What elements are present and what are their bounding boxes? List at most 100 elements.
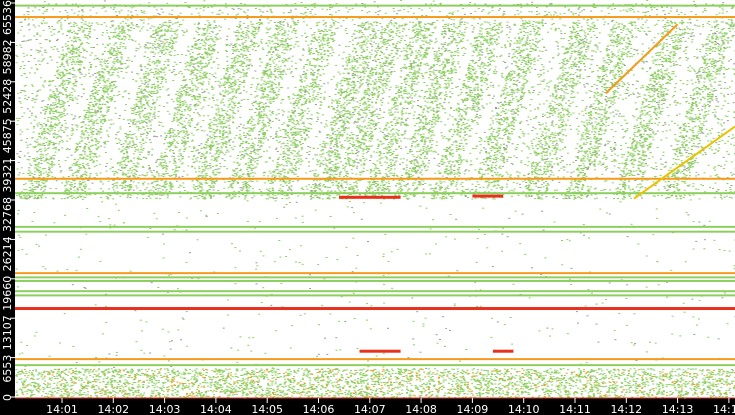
noise-point — [378, 127, 381, 129]
scan-point — [172, 70, 175, 72]
noise-point — [645, 351, 648, 353]
noise-point — [597, 131, 600, 132]
noise-point — [382, 253, 385, 255]
scan-point — [575, 105, 578, 107]
scan-point — [353, 30, 356, 32]
noise-point — [325, 257, 328, 258]
scan-point — [587, 48, 590, 50]
scan-point — [598, 32, 601, 34]
scan-point — [96, 110, 99, 112]
noise-point — [597, 95, 600, 97]
noise-point — [685, 212, 688, 214]
scan-point — [42, 29, 45, 31]
scan-point — [501, 75, 503, 77]
noise-point — [118, 118, 121, 119]
noise-point — [548, 86, 550, 88]
scan-point — [502, 175, 504, 177]
noise-point — [726, 323, 729, 325]
scan-point — [729, 172, 732, 174]
scan-point — [153, 130, 156, 132]
scan-point — [144, 66, 147, 68]
scan-point — [665, 137, 668, 139]
scan-point — [89, 9, 92, 11]
noise-point — [108, 353, 111, 355]
noise-point — [397, 41, 400, 43]
noise-point — [679, 103, 682, 105]
scan-point — [40, 124, 43, 126]
scan-point — [500, 188, 503, 190]
noise-point — [259, 141, 262, 143]
noise-point — [97, 216, 100, 218]
noise-point — [660, 139, 663, 141]
scan-point — [295, 37, 298, 38]
scan-point — [18, 155, 20, 157]
noise-point — [122, 118, 125, 120]
noise-point — [620, 148, 623, 150]
scan-point — [628, 84, 631, 86]
noise-point — [703, 172, 706, 174]
scan-point — [545, 196, 548, 198]
scan-point — [203, 98, 205, 100]
scan-point — [692, 127, 694, 129]
scan-point — [301, 160, 304, 162]
scan-point — [603, 75, 605, 76]
noise-point — [650, 9, 653, 11]
scan-point — [527, 124, 530, 126]
scan-point — [182, 182, 185, 184]
scan-point — [717, 105, 720, 107]
scan-point — [508, 190, 511, 192]
scan-point — [342, 103, 345, 105]
noise-point — [250, 350, 253, 352]
scan-point — [462, 8, 465, 10]
scan-point — [422, 75, 425, 77]
noise-point — [506, 21, 509, 23]
scan-point — [265, 198, 268, 200]
scan-point — [48, 133, 51, 135]
scan-point — [675, 39, 678, 41]
scan-point — [129, 197, 132, 199]
scan-point — [379, 55, 381, 57]
scan-point — [363, 107, 366, 109]
scan-point — [580, 168, 583, 170]
scan-point — [245, 187, 248, 189]
scan-point — [77, 6, 80, 8]
scan-point — [334, 11, 337, 13]
scan-point — [62, 141, 65, 143]
scan-point — [523, 91, 526, 93]
noise-point — [231, 115, 234, 117]
scan-point — [685, 57, 688, 58]
noise-point — [578, 113, 581, 115]
scan-point — [272, 137, 275, 139]
scan-point — [552, 94, 554, 96]
scan-point — [182, 19, 185, 21]
scan-point — [715, 105, 718, 107]
noise-point — [119, 139, 122, 141]
noise-point — [479, 162, 482, 164]
scan-point — [709, 186, 712, 188]
noise-point — [135, 25, 138, 27]
noise-point — [17, 234, 20, 236]
noise-point — [195, 158, 198, 160]
scan-point — [248, 109, 251, 111]
scan-point — [564, 6, 567, 8]
scan-point — [730, 185, 733, 186]
scan-point — [375, 128, 377, 130]
scan-point — [364, 94, 367, 96]
scan-point — [16, 124, 19, 126]
noise-point — [665, 282, 668, 283]
noise-point — [142, 167, 145, 168]
noise-point — [531, 23, 534, 25]
scan-point — [690, 11, 693, 13]
scan-point — [128, 98, 131, 100]
scan-point — [531, 130, 534, 132]
scan-point — [149, 197, 152, 199]
scan-point — [461, 186, 464, 187]
scan-point — [256, 180, 259, 182]
noise-point — [58, 11, 61, 13]
noise-point — [207, 115, 210, 117]
noise-point — [723, 67, 726, 69]
scan-point — [222, 117, 225, 119]
noise-point — [722, 9, 725, 11]
scan-point — [424, 30, 427, 32]
noise-point — [225, 49, 227, 51]
